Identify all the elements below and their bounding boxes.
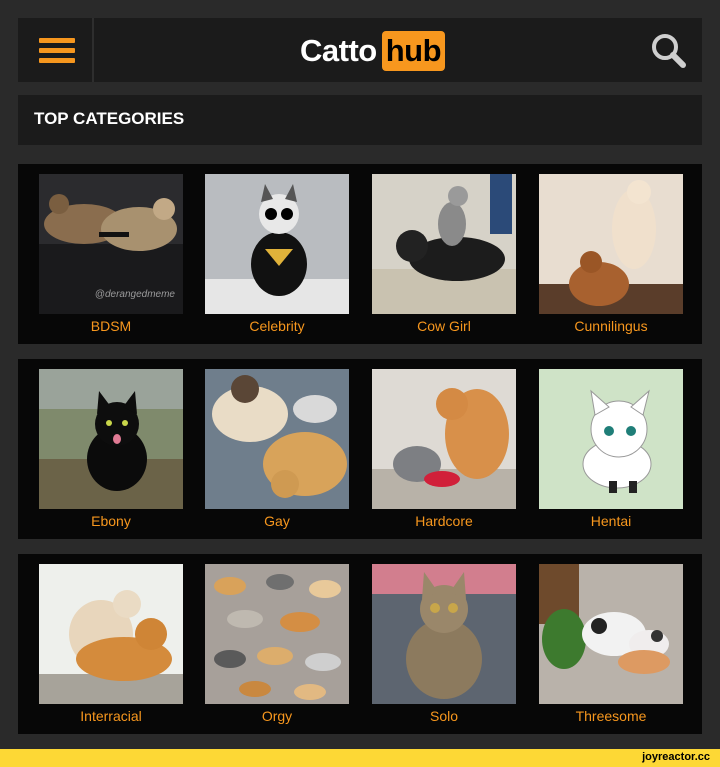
category-card-orgy[interactable]: Orgy [205, 564, 349, 734]
category-thumbnail[interactable] [205, 369, 349, 509]
category-thumbnail[interactable] [205, 174, 349, 314]
category-thumbnail[interactable] [539, 564, 683, 704]
category-label[interactable]: Hardcore [364, 513, 524, 529]
section-header: TOP CATEGORIES [18, 95, 702, 145]
footer-bar: joyreactor.cc [0, 749, 720, 767]
hamburger-icon [39, 38, 75, 43]
category-thumbnail[interactable] [539, 174, 683, 314]
category-card-ebony[interactable]: Ebony [39, 369, 183, 539]
image-watermark: @derangedmeme [94, 289, 175, 300]
category-thumbnail[interactable] [39, 369, 183, 509]
category-label[interactable]: Orgy [197, 708, 357, 724]
category-thumbnail[interactable] [372, 564, 516, 704]
category-thumbnail[interactable] [539, 369, 683, 509]
category-label[interactable]: Interracial [31, 708, 191, 724]
hamburger-icon-bar [39, 58, 75, 63]
category-label[interactable]: BDSM [31, 318, 191, 334]
category-row: Ebony Gay Hardcore Hentai [18, 359, 702, 539]
category-card-interracial[interactable]: Interracial [39, 564, 183, 734]
category-card-solo[interactable]: Solo [372, 564, 516, 734]
category-label[interactable]: Hentai [531, 513, 691, 529]
search-button[interactable] [650, 32, 688, 70]
category-label[interactable]: Cow Girl [364, 318, 524, 334]
category-card-cunnilingus[interactable]: Cunnilingus [539, 174, 683, 344]
logo-text-orange: hub [381, 31, 446, 71]
hamburger-icon-bar [39, 48, 75, 53]
category-label[interactable]: Ebony [31, 513, 191, 529]
category-card-bdsm[interactable]: @derangedmeme BDSM [39, 174, 183, 344]
menu-button[interactable] [18, 18, 94, 82]
section-title: TOP CATEGORIES [34, 109, 185, 128]
category-thumbnail[interactable] [39, 564, 183, 704]
category-card-gay[interactable]: Gay [205, 369, 349, 539]
category-thumbnail[interactable] [372, 174, 516, 314]
category-label[interactable]: Celebrity [197, 318, 357, 334]
top-header: Catto hub [18, 18, 702, 82]
category-card-threesome[interactable]: Threesome [539, 564, 683, 734]
category-card-cow-girl[interactable]: Cow Girl [372, 174, 516, 344]
category-card-hentai[interactable]: Hentai [539, 369, 683, 539]
category-thumbnail[interactable]: @derangedmeme [39, 174, 183, 314]
footer-source-link[interactable]: joyreactor.cc [642, 751, 710, 763]
logo-text-white: Catto [300, 33, 377, 68]
category-card-hardcore[interactable]: Hardcore [372, 369, 516, 539]
category-thumbnail[interactable] [205, 564, 349, 704]
category-row: Interracial Orgy Solo Threesome [18, 554, 702, 734]
search-icon [652, 34, 686, 68]
category-label[interactable]: Cunnilingus [531, 318, 691, 334]
category-label[interactable]: Threesome [531, 708, 691, 724]
category-label[interactable]: Gay [197, 513, 357, 529]
category-thumbnail[interactable] [372, 369, 516, 509]
category-row: @derangedmeme BDSM Celebrity Cow Girl Cu… [18, 164, 702, 344]
category-label[interactable]: Solo [364, 708, 524, 724]
site-logo[interactable]: Catto hub [300, 31, 446, 71]
category-card-celebrity[interactable]: Celebrity [205, 174, 349, 344]
